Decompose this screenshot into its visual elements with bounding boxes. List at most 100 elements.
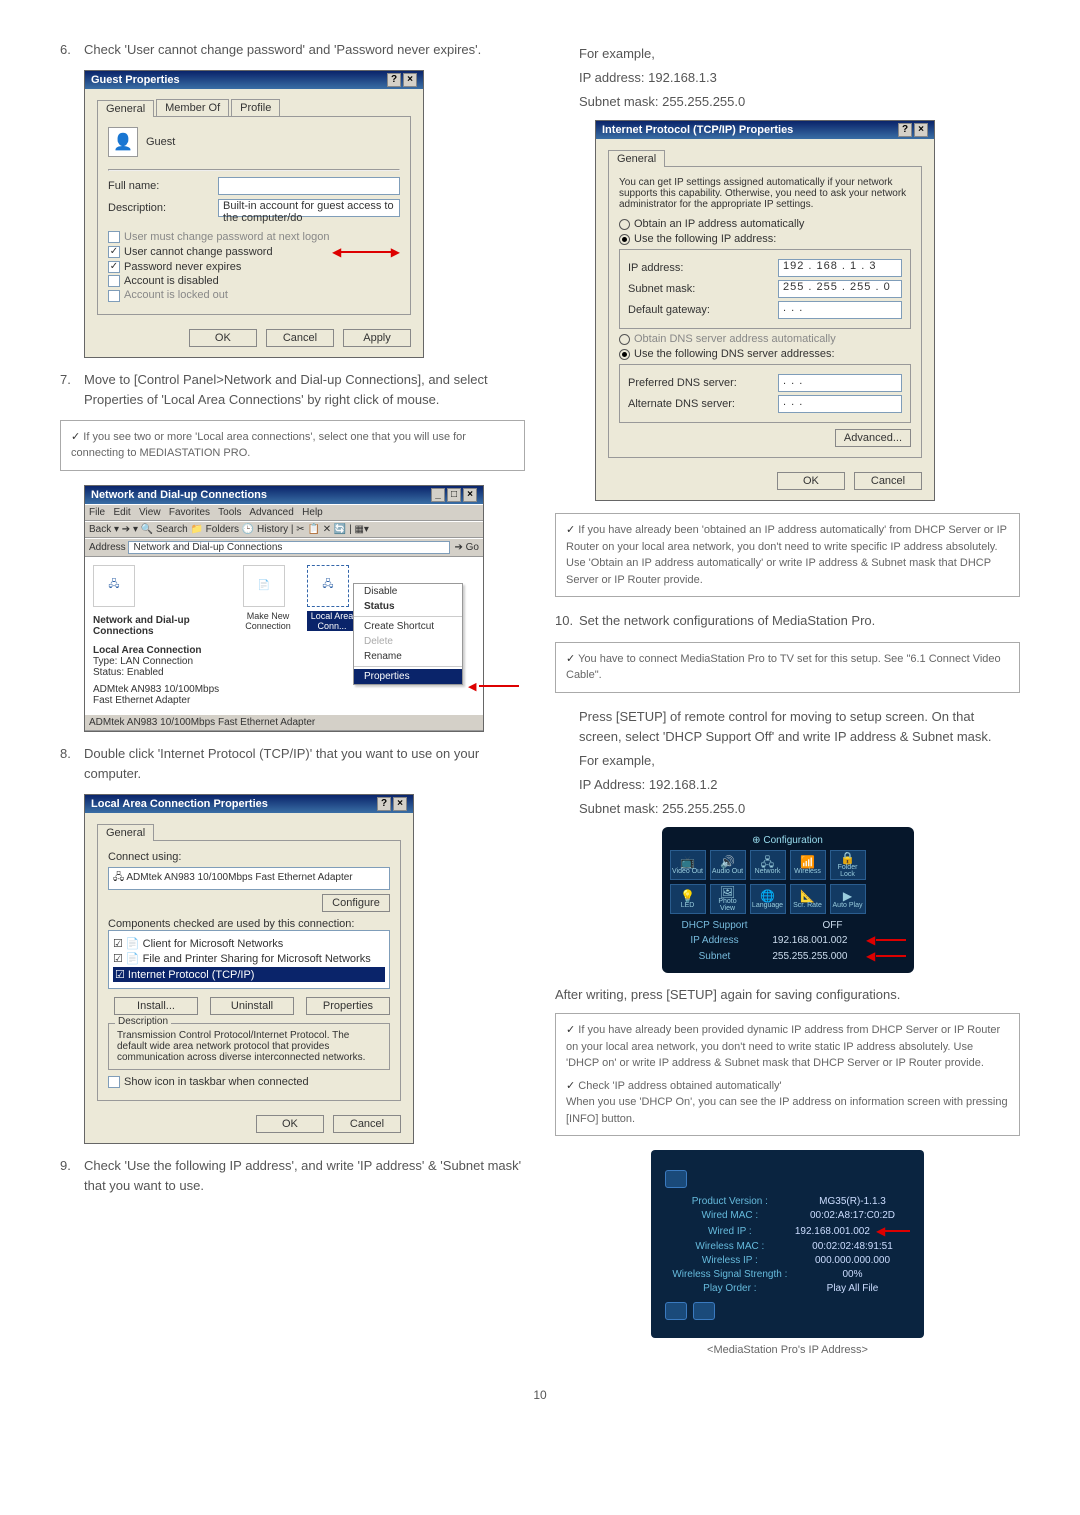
gateway-input[interactable]: . . . bbox=[778, 301, 902, 319]
panel-title: Network and Dial-up Connections bbox=[93, 615, 190, 637]
uninstall-button[interactable]: Uninstall bbox=[210, 997, 294, 1015]
ok-button[interactable]: OK bbox=[189, 329, 257, 347]
advanced-button[interactable]: Advanced... bbox=[835, 429, 911, 447]
step-number: 8. bbox=[60, 744, 84, 784]
help-icon[interactable]: ? bbox=[387, 73, 401, 87]
option-locked-out: Account is locked out bbox=[124, 289, 228, 301]
radio-use-following[interactable] bbox=[619, 234, 630, 245]
ms-cell[interactable]: 📶Wireless bbox=[790, 850, 826, 880]
radio-obtain-auto[interactable] bbox=[619, 219, 630, 230]
tab-general[interactable]: General bbox=[608, 150, 665, 167]
tip-text: If you see two or more 'Local area conne… bbox=[71, 431, 466, 460]
toolbar[interactable]: Back ▾ ➔ ▾ 🔍 Search 📁 Folders 🕒 History … bbox=[85, 521, 483, 538]
info-key: Wireless MAC : bbox=[665, 1241, 795, 1252]
checkbox[interactable]: ✓ bbox=[108, 246, 120, 258]
checkbox[interactable] bbox=[108, 1076, 120, 1088]
info-key: Wireless Signal Strength : bbox=[665, 1269, 795, 1280]
ms-cell[interactable]: 🔒Folder Lock bbox=[830, 850, 866, 880]
menu-item[interactable]: Delete bbox=[354, 634, 462, 649]
address-label: Address bbox=[89, 542, 126, 553]
paragraph: Press [SETUP] of remote control for movi… bbox=[579, 707, 1020, 747]
info-value: 000.000.000.000 bbox=[795, 1255, 910, 1266]
menu-item[interactable]: Status bbox=[354, 599, 462, 614]
checkbox[interactable]: ✓ bbox=[108, 261, 120, 273]
tab-member-of[interactable]: Member Of bbox=[156, 99, 229, 116]
ms-value: 192.168.001.002 bbox=[760, 935, 861, 946]
install-button[interactable]: Install... bbox=[114, 997, 198, 1015]
close-icon[interactable]: × bbox=[463, 488, 477, 502]
step-number: 7. bbox=[60, 370, 84, 410]
option-must-change: User must change password at next logon bbox=[124, 231, 329, 243]
description-input[interactable]: Built-in account for guest access to the… bbox=[218, 199, 400, 217]
info-value: 00:02:02:48:91:51 bbox=[795, 1241, 910, 1252]
configure-button[interactable]: Configure bbox=[322, 894, 390, 912]
connect-using-label: Connect using: bbox=[108, 851, 390, 863]
full-name-input[interactable] bbox=[218, 177, 400, 195]
properties-button[interactable]: Properties bbox=[306, 997, 390, 1015]
info-key: Wired MAC : bbox=[665, 1210, 795, 1221]
step-number: 6. bbox=[60, 40, 84, 60]
intro-text: You can get IP settings assigned automat… bbox=[619, 177, 911, 210]
menu-item[interactable]: Create Shortcut bbox=[354, 619, 462, 634]
example-label: For example, bbox=[579, 44, 1020, 64]
menu-item[interactable]: Disable bbox=[354, 584, 462, 599]
help-icon[interactable]: ? bbox=[377, 797, 391, 811]
address-bar[interactable]: Network and Dial-up Connections bbox=[128, 541, 450, 554]
context-menu[interactable]: Disable Status Create Shortcut Delete Re… bbox=[353, 583, 463, 685]
info-key: Product Version : bbox=[665, 1196, 795, 1207]
list-item[interactable]: ☑ 📄 Client for Microsoft Networks bbox=[113, 937, 385, 950]
tcpip-properties-dialog: Internet Protocol (TCP/IP) Properties ? … bbox=[595, 120, 935, 501]
subnet-input[interactable]: 255 . 255 . 255 . 0 bbox=[778, 280, 902, 298]
example-ip: IP Address: 192.168.1.2 bbox=[579, 775, 1020, 795]
close-icon[interactable]: × bbox=[403, 73, 417, 87]
info-key: Wireless IP : bbox=[665, 1255, 795, 1266]
apply-button[interactable]: Apply bbox=[343, 329, 411, 347]
dns2-input[interactable]: . . . bbox=[778, 395, 902, 413]
dns2-label: Alternate DNS server: bbox=[628, 398, 778, 410]
menu-item-properties[interactable]: Properties bbox=[354, 669, 462, 684]
ms-cell[interactable]: 📺Video Out bbox=[670, 850, 706, 880]
option-cannot-change: User cannot change password bbox=[124, 246, 332, 258]
cancel-button[interactable]: Cancel bbox=[266, 329, 334, 347]
go-button[interactable]: ➔ Go bbox=[454, 542, 479, 553]
checkbox[interactable] bbox=[108, 275, 120, 287]
pill-icon bbox=[665, 1170, 687, 1188]
ip-label: IP address: bbox=[628, 262, 778, 274]
red-arrow-icon bbox=[876, 1224, 910, 1238]
ok-button[interactable]: OK bbox=[256, 1115, 324, 1133]
maximize-icon[interactable]: □ bbox=[447, 488, 461, 502]
step-text: Double click 'Internet Protocol (TCP/IP)… bbox=[84, 744, 525, 784]
ms-cell[interactable]: 🔊Audio Out bbox=[710, 850, 746, 880]
ms-cell[interactable]: 🖧Network bbox=[750, 850, 786, 880]
cancel-button[interactable]: Cancel bbox=[333, 1115, 401, 1133]
ok-button[interactable]: OK bbox=[777, 472, 845, 490]
checkbox bbox=[108, 231, 120, 243]
ms-key: Subnet bbox=[670, 951, 760, 962]
list-item[interactable]: ☑ 📄 File and Printer Sharing for Microso… bbox=[113, 952, 385, 965]
cancel-button[interactable]: Cancel bbox=[854, 472, 922, 490]
tab-profile[interactable]: Profile bbox=[231, 99, 280, 116]
menu-bar[interactable]: File Edit View Favorites Tools Advanced … bbox=[85, 504, 483, 521]
ms-cell[interactable]: ▶Auto Play bbox=[830, 884, 866, 914]
menu-item[interactable]: Rename bbox=[354, 649, 462, 664]
tab-general[interactable]: General bbox=[97, 824, 154, 841]
help-icon[interactable]: ? bbox=[898, 123, 912, 137]
tab-general[interactable]: General bbox=[97, 100, 154, 117]
ms-cell[interactable]: 🖼Photo View bbox=[710, 884, 746, 914]
guest-properties-dialog: Guest Properties ? × General Member Of P… bbox=[84, 70, 424, 357]
minimize-icon[interactable]: _ bbox=[431, 488, 445, 502]
dns1-input[interactable]: . . . bbox=[778, 374, 902, 392]
local-area-connection-icon[interactable]: 🖧 bbox=[307, 565, 349, 607]
step-number: 10. bbox=[555, 611, 579, 631]
ms-cell[interactable]: 💡LED bbox=[670, 884, 706, 914]
radio-dns-following[interactable] bbox=[619, 349, 630, 360]
close-icon[interactable]: × bbox=[393, 797, 407, 811]
close-icon[interactable]: × bbox=[914, 123, 928, 137]
list-item-tcpip[interactable]: ☑ Internet Protocol (TCP/IP) bbox=[113, 967, 385, 982]
ip-input[interactable]: 192 . 168 . 1 . 3 bbox=[778, 259, 902, 277]
ms-cell[interactable]: 🌐Language bbox=[750, 884, 786, 914]
make-new-connection-icon[interactable]: 📄 bbox=[243, 565, 285, 607]
tip-heading: Check 'IP address obtained automatically… bbox=[566, 1080, 782, 1092]
red-line bbox=[479, 685, 519, 687]
ms-cell[interactable]: 📐Scr. Rate bbox=[790, 884, 826, 914]
